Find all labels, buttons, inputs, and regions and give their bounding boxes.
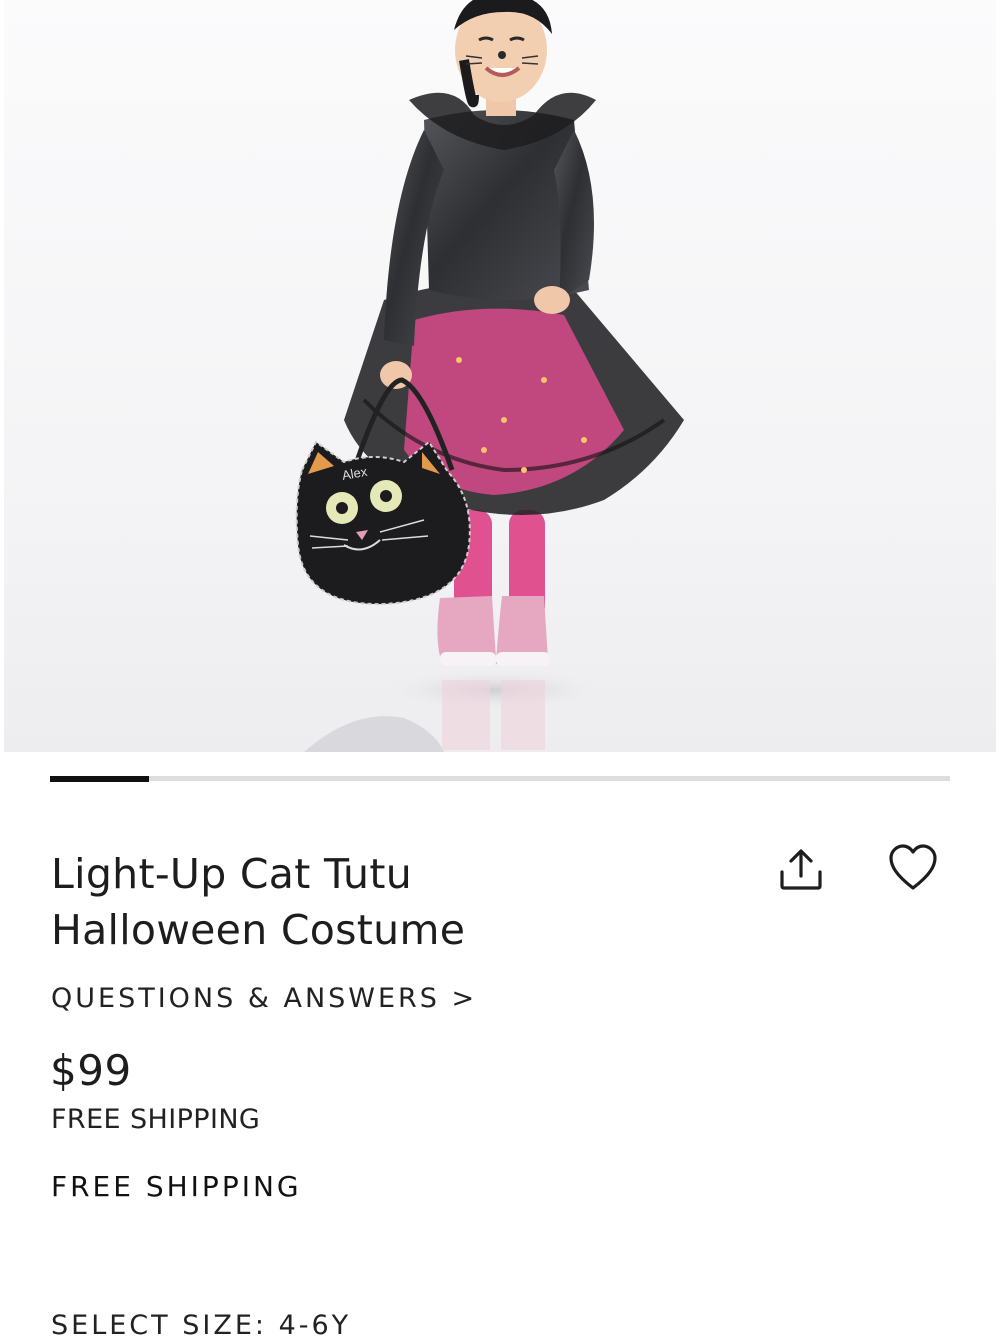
gallery-progress-bar — [50, 775, 950, 782]
questions-answers-link[interactable]: QUESTIONS & ANSWERS > — [51, 983, 477, 1014]
product-image[interactable]: Alex — [4, 0, 996, 752]
product-title-line-1: Light-Up Cat Tutu — [51, 850, 413, 898]
heart-outline-icon — [889, 844, 937, 890]
product-title-line-2: Halloween Costume — [51, 906, 466, 954]
shipping-note: FREE SHIPPING — [51, 1104, 261, 1135]
shipping-banner: FREE SHIPPING — [51, 1170, 302, 1203]
cat-face-bag: Alex — [295, 440, 471, 606]
share-button[interactable] — [776, 846, 826, 894]
share-upload-icon — [780, 849, 822, 890]
product-title: Light-Up Cat Tutu Halloween Costume — [51, 846, 671, 958]
select-size-label[interactable]: SELECT SIZE: 4-6Y — [51, 1310, 351, 1341]
favorite-button[interactable] — [886, 842, 940, 894]
product-price: $99 — [50, 1046, 132, 1095]
gallery-progress-fill — [50, 775, 149, 782]
